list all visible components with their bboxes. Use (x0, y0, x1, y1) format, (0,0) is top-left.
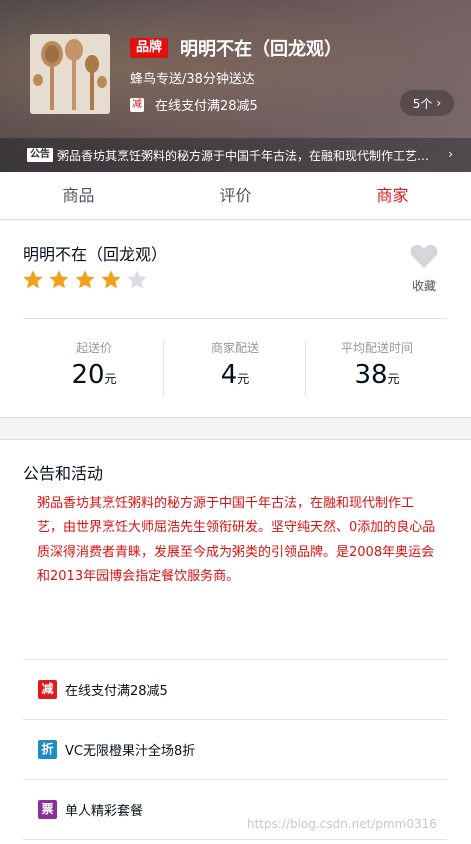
discount-icon: 减 (130, 97, 144, 112)
tab-seller[interactable]: 商家 (314, 172, 471, 219)
activity-item: 减 在线支付满28减5 (23, 660, 447, 720)
star-filled-icon (75, 270, 95, 289)
favorite-label: 收藏 (411, 279, 436, 293)
stat-value-row: 20元 (24, 360, 164, 394)
star-filled-icon (101, 270, 121, 289)
activity-item: 票 单人精彩套餐 (23, 780, 447, 840)
stat-delivery-time: 平均配送时间 38元 (307, 339, 447, 394)
bulletin-text: 粥品香坊其烹饪粥料的秘方源于中国千年古法，在融和现代制作工艺，由世界烹饪大师屈浩… (57, 148, 431, 163)
stat-separator (305, 341, 306, 397)
stat-title: 起送价 (75, 341, 112, 355)
bulletin-section: 公告和活动 粥品香坊其烹饪粥料的秘方源于中国千年古法，在融和现代制作工艺，由世界… (0, 439, 471, 844)
divider (23, 318, 447, 319)
discount-icon: 减 (38, 680, 57, 699)
chevron-right-icon: › (436, 96, 442, 110)
bulletin-tag: 公告 (27, 148, 53, 162)
favorite-button[interactable]: 收藏 (404, 243, 444, 294)
stat-min-price: 起送价 20元 (24, 339, 164, 394)
seller-overview: 明明不在（回龙观） 收藏 起送价 20元 商家配送 4元 平均配送时间 38元 (0, 221, 471, 418)
tab-bar: 商品 评价 商家 (0, 172, 471, 220)
stat-unit: 元 (237, 372, 250, 386)
bulletin-title: 公告和活动 (23, 464, 104, 483)
chevron-right-icon: › (448, 147, 453, 161)
activity-text: VC无限橙果汁全场8折 (65, 744, 196, 759)
stat-value: 4 (220, 360, 238, 390)
tab-goods[interactable]: 商品 (0, 172, 157, 219)
bulletin-content: 粥品香坊其烹饪粥料的秘方源于中国千年古法，在融和现代制作工艺，由世界烹饪大师屈浩… (37, 496, 436, 585)
stat-value: 20 (71, 360, 105, 390)
overview-seller-name: 明明不在（回龙观） (23, 245, 168, 264)
stat-title: 商家配送 (210, 341, 259, 355)
bulletin-bar[interactable]: 公告 粥品香坊其烹饪粥料的秘方源于中国千年古法，在融和现代制作工艺，由世界烹饪大… (0, 138, 471, 172)
star-filled-icon (23, 270, 43, 289)
star-filled-icon (49, 270, 69, 289)
special-discount-icon: 折 (38, 740, 57, 759)
tab-ratings[interactable]: 评价 (157, 172, 314, 219)
stat-delivery-fee: 商家配送 4元 (165, 339, 305, 394)
support-text: 在线支付满28减5 (155, 99, 258, 114)
watermark: https://blog.csdn.net/pmm0316 (247, 817, 437, 831)
support-count-label: 5个 (412, 96, 433, 111)
support-count-button[interactable]: 5个 › (400, 90, 454, 116)
delivery-info: 蜂鸟专送/38分钟送达 (130, 72, 255, 87)
activity-text: 在线支付满28减5 (65, 684, 168, 699)
star-empty-icon (127, 270, 147, 289)
activity-text: 单人精彩套餐 (65, 804, 144, 819)
brand-badge: 品牌 (130, 38, 168, 58)
activity-item: 折 VC无限橙果汁全场8折 (23, 720, 447, 780)
star-rating (22, 269, 152, 291)
invoice-icon: 票 (38, 800, 57, 819)
stat-value: 38 (354, 360, 388, 390)
stat-value-row: 4元 (165, 360, 305, 394)
support-info: 减 在线支付满28减5 (130, 95, 258, 114)
stat-unit: 元 (104, 372, 117, 386)
seller-name: 明明不在（回龙观） (180, 39, 342, 60)
stat-title: 平均配送时间 (340, 341, 413, 355)
seller-header: 品牌 明明不在（回龙观） 蜂鸟专送/38分钟送达 减 在线支付满28减5 5个 … (0, 0, 471, 172)
stat-value-row: 38元 (307, 360, 447, 394)
heart-icon (410, 244, 438, 268)
seller-avatar (30, 34, 110, 114)
stat-unit: 元 (387, 372, 400, 386)
stat-separator (163, 341, 164, 397)
